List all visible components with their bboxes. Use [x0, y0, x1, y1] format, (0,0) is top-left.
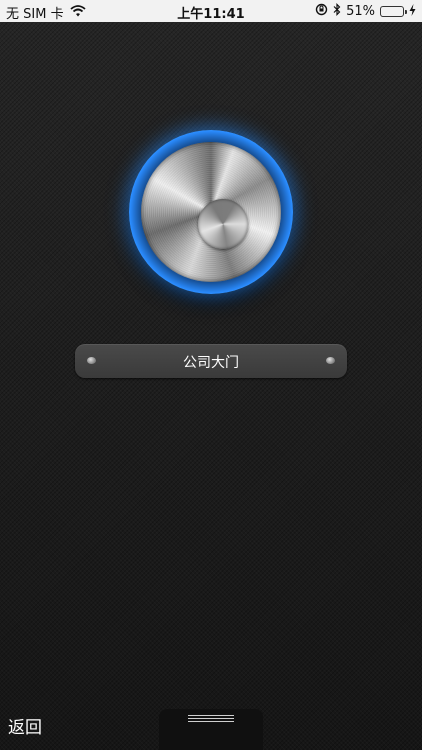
screw-icon — [326, 357, 335, 364]
menu-handle[interactable] — [159, 709, 263, 750]
back-button[interactable]: 返回 — [8, 713, 42, 738]
knob-metal-face — [141, 142, 281, 282]
unlock-knob[interactable] — [129, 130, 293, 294]
lock-screen: 无 SIM 卡 上午11:41 51% 公司大门 返回 — [0, 0, 422, 750]
charging-icon — [409, 3, 416, 20]
door-selector[interactable]: 公司大门 — [75, 344, 347, 378]
menu-lines-icon — [188, 715, 234, 724]
orientation-lock-icon — [315, 3, 328, 20]
status-right: 51% — [315, 3, 416, 20]
bluetooth-icon — [333, 3, 341, 20]
battery-icon — [380, 6, 407, 17]
battery-percent: 51% — [346, 4, 375, 19]
status-bar: 无 SIM 卡 上午11:41 51% — [0, 0, 422, 22]
door-name: 公司大门 — [183, 355, 239, 371]
knob-center-button[interactable] — [198, 199, 248, 249]
